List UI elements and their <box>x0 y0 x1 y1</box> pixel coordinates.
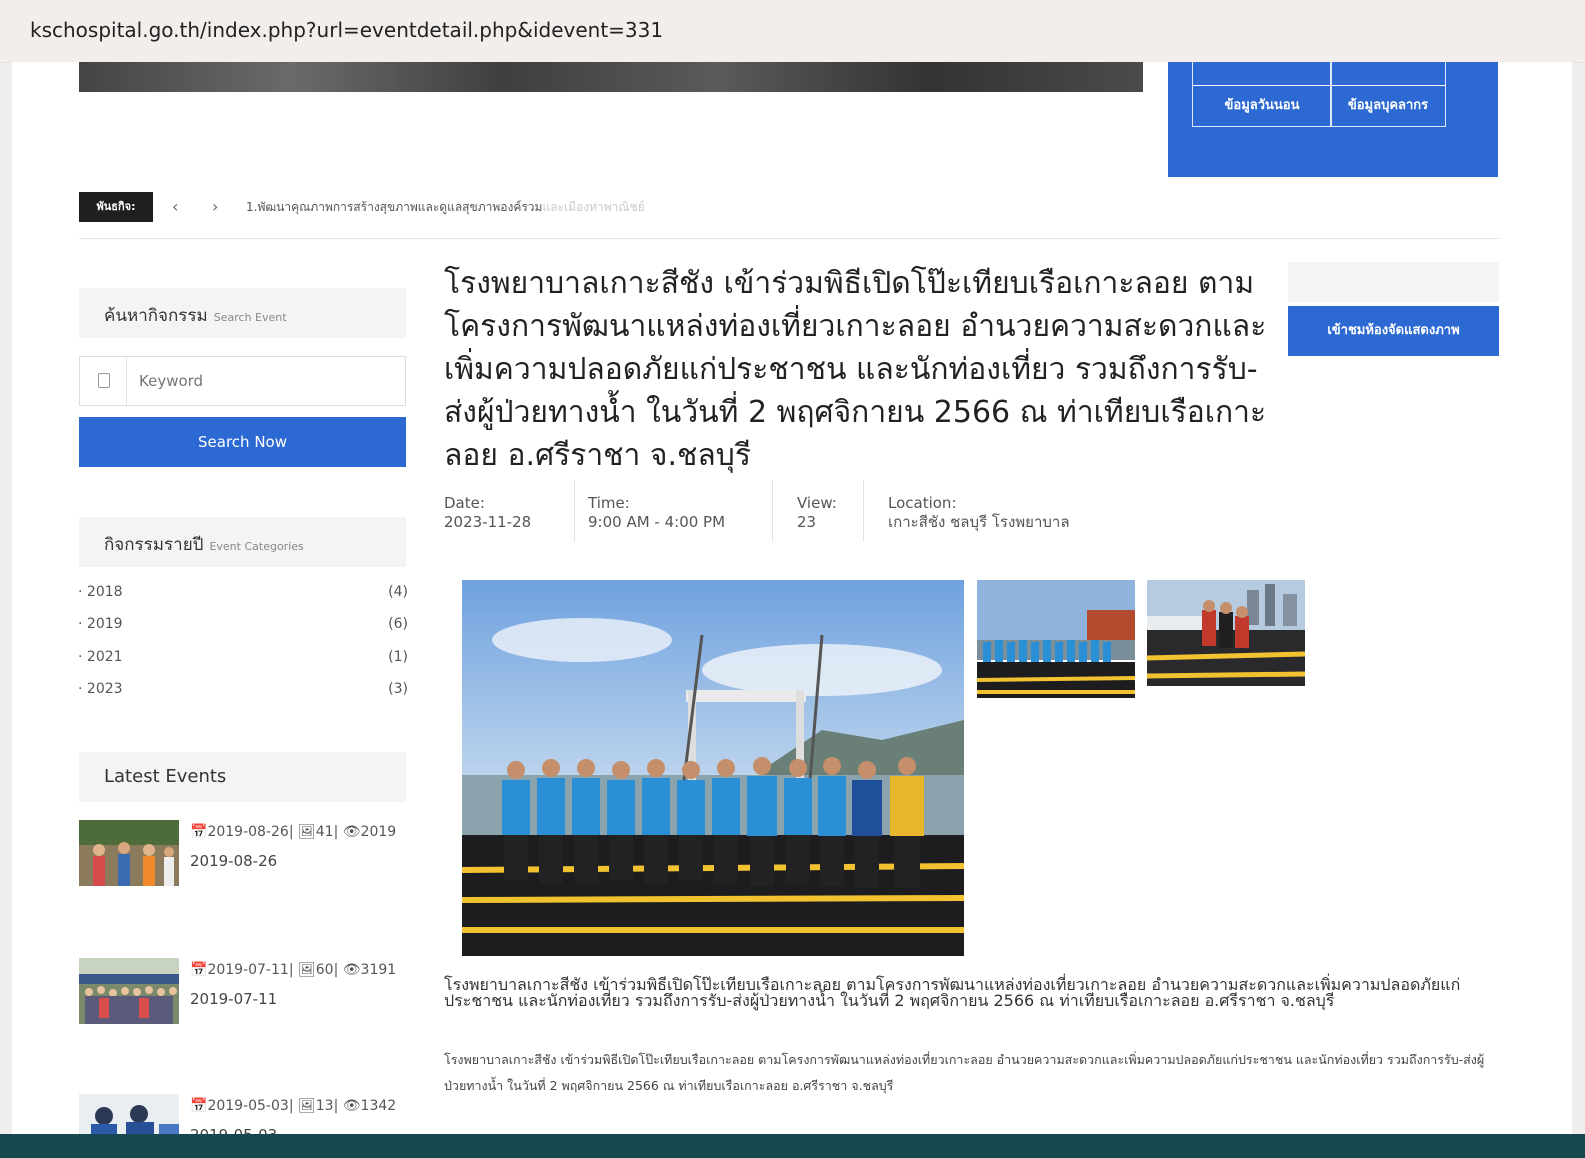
inpatient-data-button[interactable]: ข้อมูลวันนอน <box>1192 85 1332 127</box>
event-photo-icon <box>79 820 179 886</box>
search-event-title: ค้นหากิจกรรม Search Event <box>104 302 287 329</box>
event-categories-title: กิจกรรมรายปี Event Categories <box>104 531 304 558</box>
event-time: Time: 9:00 AM - 4:00 PM <box>588 494 725 532</box>
event-title: โรงพยาบาลเกาะสีชัง เข้าร่วมพิธีเปิดโป๊ะเ… <box>444 266 1267 473</box>
latest-event-meta: 📅2019-08-26| 🖼41| 👁2019 <box>190 824 397 840</box>
ticker-text-faded: และเมืองท่าพาณิชย์ <box>542 200 645 214</box>
footer-bar <box>0 1134 1585 1158</box>
gallery-header-space <box>1288 262 1499 302</box>
ticker-text-main: 1.พัฒนาคุณภาพการสร้างสุขภาพและดูแลสุขภาพ… <box>246 200 543 214</box>
info-cell-top-left[interactable] <box>1192 62 1332 86</box>
event-time-value: 9:00 AM - 4:00 PM <box>588 513 726 531</box>
search-event-header: ค้นหากิจกรรม Search Event <box>79 288 406 338</box>
event-date: Date: 2023-11-28 <box>444 494 531 532</box>
page-content: ข้อมูลวันนอน ข้อมูลบุคลากร พันธกิจ: ‹ › … <box>12 62 1572 1148</box>
event-thumbnail-photo[interactable] <box>977 580 1135 698</box>
event-photo-icon <box>79 958 179 1024</box>
ticker-prev-icon[interactable]: ‹ <box>172 197 178 216</box>
mission-ticker: พันธกิจ: ‹ › 1.พัฒนาคุณภาพการสร้างสุขภาพ… <box>79 192 1499 239</box>
latest-event-caption[interactable]: 2019-08-26 <box>190 852 277 870</box>
ticker-text[interactable]: 1.พัฒนาคุณภาพการสร้างสุขภาพและดูแลสุขภาพ… <box>246 198 645 217</box>
latest-event-meta: 📅2019-07-11| 🖼60| 👁3191 <box>190 962 397 978</box>
event-description-large: โรงพยาบาลเกาะสีชัง เข้าร่วมพิธีเปิดโป๊ะเ… <box>444 975 1461 1010</box>
event-views: View: 23 <box>797 494 837 532</box>
latest-events-header: Latest Events <box>79 752 406 802</box>
category-item[interactable]: · 2021 (1) <box>78 649 408 675</box>
event-location-value: เกาะสีชัง ชลบุรี โรงพยาบาล <box>888 513 1070 531</box>
meta-divider <box>863 480 864 542</box>
meta-divider <box>574 480 575 542</box>
keyword-field[interactable] <box>79 356 406 406</box>
categories-title-text: กิจกรรมรายปี <box>104 535 204 555</box>
photo-icon: 🖼 <box>297 824 316 840</box>
category-count: (6) <box>388 616 408 632</box>
view-gallery-button[interactable]: เข้าชมห้องจัดแสดงภาพ <box>1288 306 1499 356</box>
personnel-data-button[interactable]: ข้อมูลบุคลากร <box>1330 85 1446 127</box>
calendar-icon: 📅 <box>190 962 208 978</box>
category-year: · 2019 <box>78 616 123 632</box>
thumbnail-photo-icon <box>977 580 1135 698</box>
latest-events-title: Latest Events <box>104 766 227 787</box>
category-year: · 2018 <box>78 584 123 600</box>
event-thumbnail-photo[interactable] <box>1147 580 1305 686</box>
eye-icon: 👁 <box>342 1098 361 1114</box>
info-panel: ข้อมูลวันนอน ข้อมูลบุคลากร <box>1168 62 1498 177</box>
latest-event-caption[interactable]: 2019-07-11 <box>190 990 277 1008</box>
latest-event-meta: 📅2019-05-03| 🖼13| 👁1342 <box>190 1098 397 1114</box>
event-categories-subtitle: Event Categories <box>209 540 304 553</box>
event-location-label: Location: <box>888 494 957 512</box>
thumbnail-photo-icon <box>1147 580 1305 686</box>
category-item[interactable]: · 2019 (6) <box>78 616 408 642</box>
ticker-next-icon[interactable]: › <box>212 197 218 216</box>
meta-divider <box>772 480 773 542</box>
address-url[interactable]: kschospital.go.th/index.php?url=eventdet… <box>30 18 663 42</box>
event-main-photo[interactable] <box>462 580 964 956</box>
search-event-subtitle: Search Event <box>213 311 287 324</box>
event-date-label: Date: <box>444 494 485 512</box>
event-location: Location: เกาะสีชัง ชลบุรี โรงพยาบาล <box>888 494 1070 532</box>
eye-icon: 👁 <box>342 824 361 840</box>
banner-image <box>79 62 1143 92</box>
event-description: โรงพยาบาลเกาะสีชัง เข้าร่วมพิธีเปิดโป๊ะเ… <box>444 1052 1485 1093</box>
category-item[interactable]: · 2018 (4) <box>78 584 408 610</box>
event-views-value: 23 <box>797 513 817 531</box>
category-count: (4) <box>388 584 408 600</box>
search-now-button[interactable]: Search Now <box>79 417 406 467</box>
calendar-icon: 📅 <box>190 1098 208 1114</box>
category-year: · 2023 <box>78 681 123 697</box>
ticker-tag: พันธกิจ: <box>79 192 153 222</box>
keyword-icon <box>98 373 110 388</box>
category-year: · 2021 <box>78 649 123 665</box>
info-cell-top-right[interactable] <box>1330 62 1446 86</box>
keyword-input[interactable] <box>126 357 396 405</box>
event-date-value: 2023-11-28 <box>444 513 532 531</box>
photo-icon: 🖼 <box>297 962 316 978</box>
eye-icon: 👁 <box>342 962 361 978</box>
event-categories-header: กิจกรรมรายปี Event Categories <box>79 517 406 567</box>
latest-event-thumbnail[interactable] <box>79 820 179 886</box>
event-time-label: Time: <box>588 494 630 512</box>
event-views-label: View: <box>797 494 837 512</box>
category-item[interactable]: · 2023 (3) <box>78 681 408 707</box>
group-photo-icon <box>462 580 964 956</box>
photo-icon: 🖼 <box>297 1098 316 1114</box>
search-title-text: ค้นหากิจกรรม <box>104 306 208 326</box>
category-count: (3) <box>388 681 408 697</box>
latest-event-thumbnail[interactable] <box>79 958 179 1024</box>
category-count: (1) <box>388 649 408 665</box>
browser-address-bar[interactable]: kschospital.go.th/index.php?url=eventdet… <box>0 0 1585 63</box>
calendar-icon: 📅 <box>190 824 208 840</box>
